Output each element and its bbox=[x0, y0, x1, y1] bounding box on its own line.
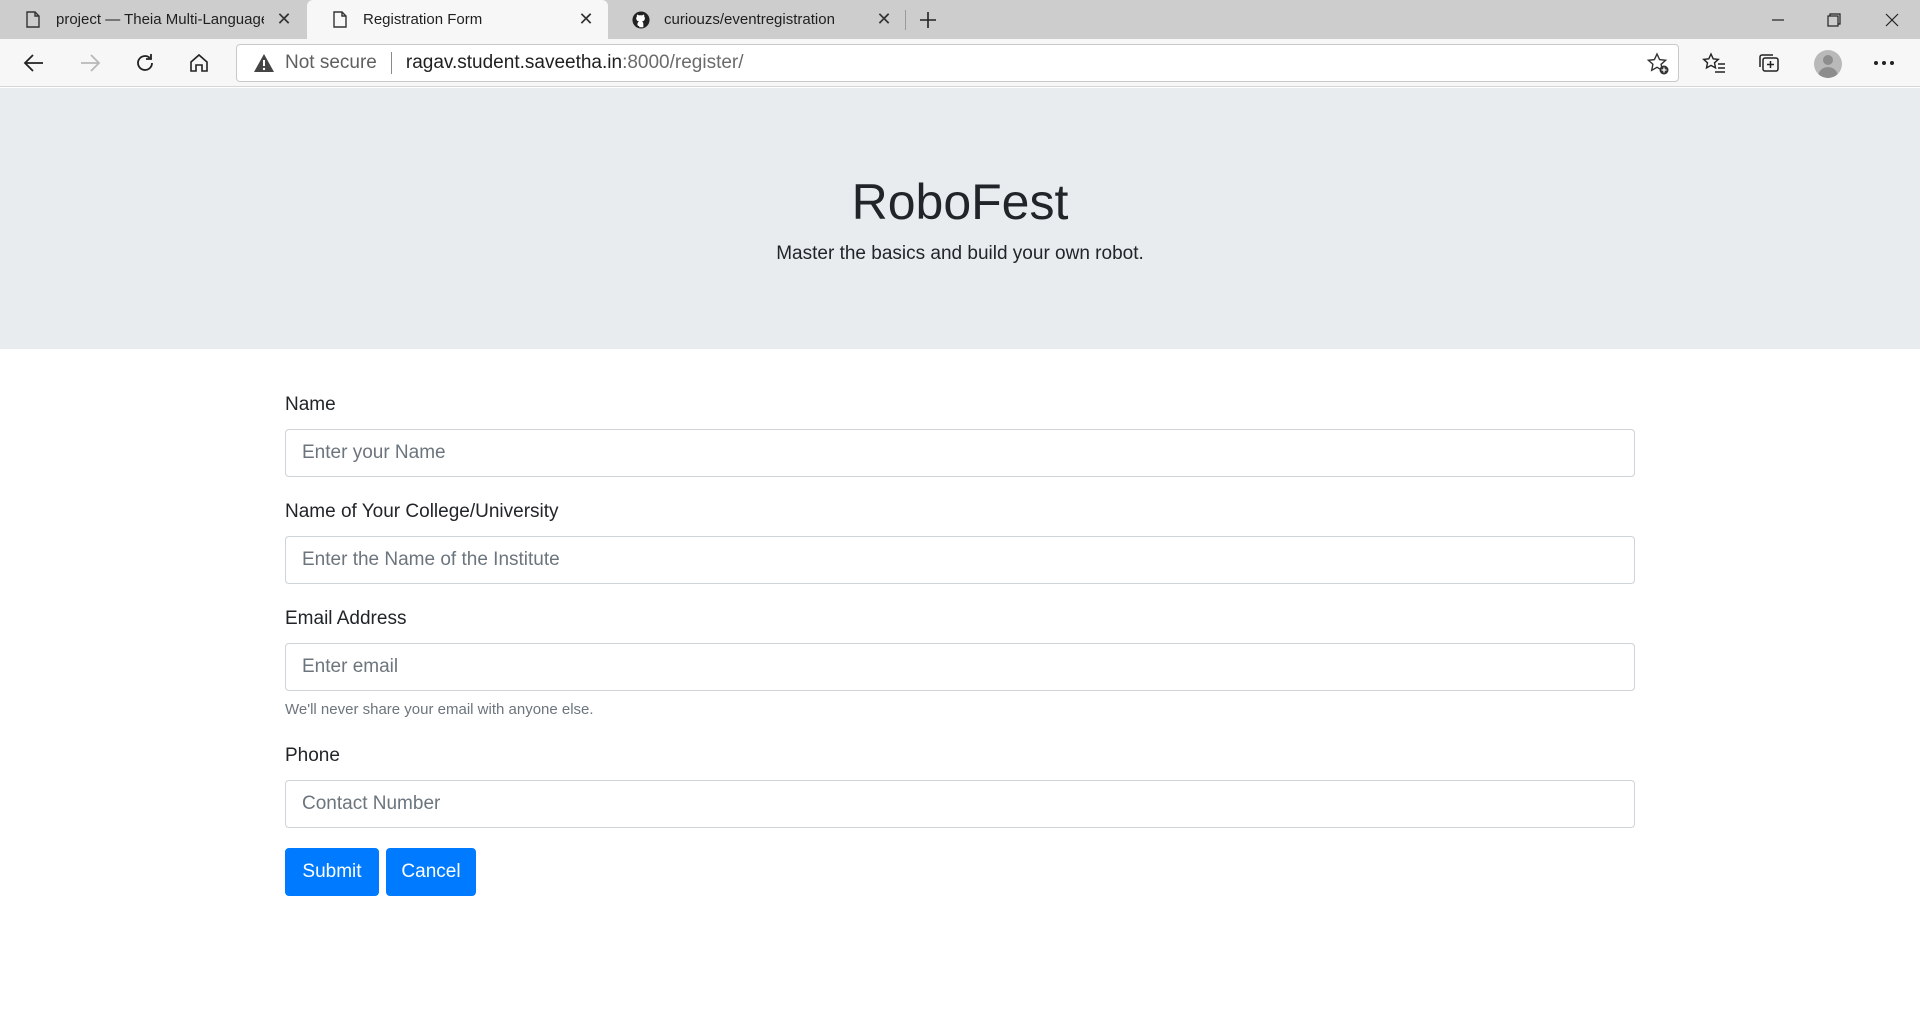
restore-icon bbox=[1827, 12, 1841, 27]
favorites-list-icon bbox=[1702, 52, 1725, 73]
name-input[interactable] bbox=[285, 429, 1635, 477]
collections-icon bbox=[1759, 54, 1779, 72]
tab-title: Registration Form bbox=[363, 11, 483, 28]
address-divider bbox=[390, 52, 392, 74]
github-icon bbox=[632, 10, 650, 29]
arrow-left-icon bbox=[23, 54, 43, 72]
minimize-icon bbox=[1772, 18, 1784, 21]
tab-title: project — Theia Multi-Language bbox=[56, 11, 264, 28]
more-dots-icon bbox=[1874, 61, 1894, 65]
url-host: ragav.student.saveetha.in bbox=[405, 52, 623, 73]
profile-avatar[interactable] bbox=[1814, 50, 1842, 78]
page-title: RoboFest bbox=[851, 174, 1069, 230]
tab-strip: project — Theia Multi-Language ✕ Registr… bbox=[0, 0, 1920, 39]
name-label: Name bbox=[285, 394, 336, 415]
phone-label: Phone bbox=[285, 745, 340, 766]
restore-button[interactable] bbox=[1806, 0, 1862, 39]
forward-button[interactable] bbox=[72, 45, 108, 81]
college-input[interactable] bbox=[285, 536, 1635, 584]
avatar-body bbox=[1818, 67, 1838, 78]
page-icon bbox=[331, 11, 349, 29]
tab-registration-form[interactable]: Registration Form ✕ bbox=[307, 0, 608, 39]
tab-separator bbox=[905, 10, 906, 30]
submit-button[interactable]: Submit bbox=[285, 848, 379, 896]
warning-icon[interactable] bbox=[253, 53, 275, 73]
minimize-button[interactable] bbox=[1750, 0, 1806, 39]
security-label[interactable]: Not secure bbox=[285, 52, 377, 74]
reload-button[interactable] bbox=[127, 45, 163, 81]
email-input[interactable] bbox=[285, 643, 1635, 691]
home-icon bbox=[190, 53, 208, 72]
collections-button[interactable] bbox=[1751, 45, 1787, 81]
add-favorite-icon[interactable] bbox=[1646, 52, 1670, 76]
close-icon bbox=[1885, 13, 1899, 26]
back-button[interactable] bbox=[16, 45, 52, 81]
cancel-button[interactable]: Cancel bbox=[386, 848, 476, 896]
address-bar[interactable]: Not secure ragav.student.saveetha.in:800… bbox=[236, 44, 1679, 82]
url-path: :8000/register/ bbox=[622, 52, 744, 73]
college-label: Name of Your College/University bbox=[285, 501, 559, 522]
plus-icon bbox=[920, 12, 936, 28]
new-tab-button[interactable] bbox=[912, 4, 944, 36]
settings-more-button[interactable] bbox=[1866, 45, 1902, 81]
tab-title: curiouzs/eventregistration bbox=[664, 11, 835, 28]
close-icon[interactable]: ✕ bbox=[874, 9, 894, 30]
page-subtitle: Master the basics and build your own rob… bbox=[776, 243, 1144, 264]
email-label: Email Address bbox=[285, 608, 407, 629]
favorites-button[interactable] bbox=[1696, 45, 1732, 81]
page-icon bbox=[24, 11, 42, 29]
hero-banner: RoboFest Master the basics and build you… bbox=[0, 88, 1920, 349]
email-help-text: We'll never share your email with anyone… bbox=[285, 701, 594, 718]
tab-github[interactable]: curiouzs/eventregistration ✕ bbox=[608, 0, 906, 39]
home-button[interactable] bbox=[181, 45, 217, 81]
browser-toolbar: Not secure ragav.student.saveetha.in:800… bbox=[0, 39, 1920, 87]
close-window-button[interactable] bbox=[1864, 0, 1920, 39]
arrow-right-icon bbox=[81, 54, 101, 72]
avatar-head bbox=[1823, 55, 1833, 65]
close-icon[interactable]: ✕ bbox=[576, 9, 596, 30]
tab-project[interactable]: project — Theia Multi-Language ✕ bbox=[0, 0, 306, 39]
close-icon[interactable]: ✕ bbox=[274, 9, 294, 30]
refresh-icon bbox=[137, 54, 153, 71]
phone-input[interactable] bbox=[285, 780, 1635, 828]
